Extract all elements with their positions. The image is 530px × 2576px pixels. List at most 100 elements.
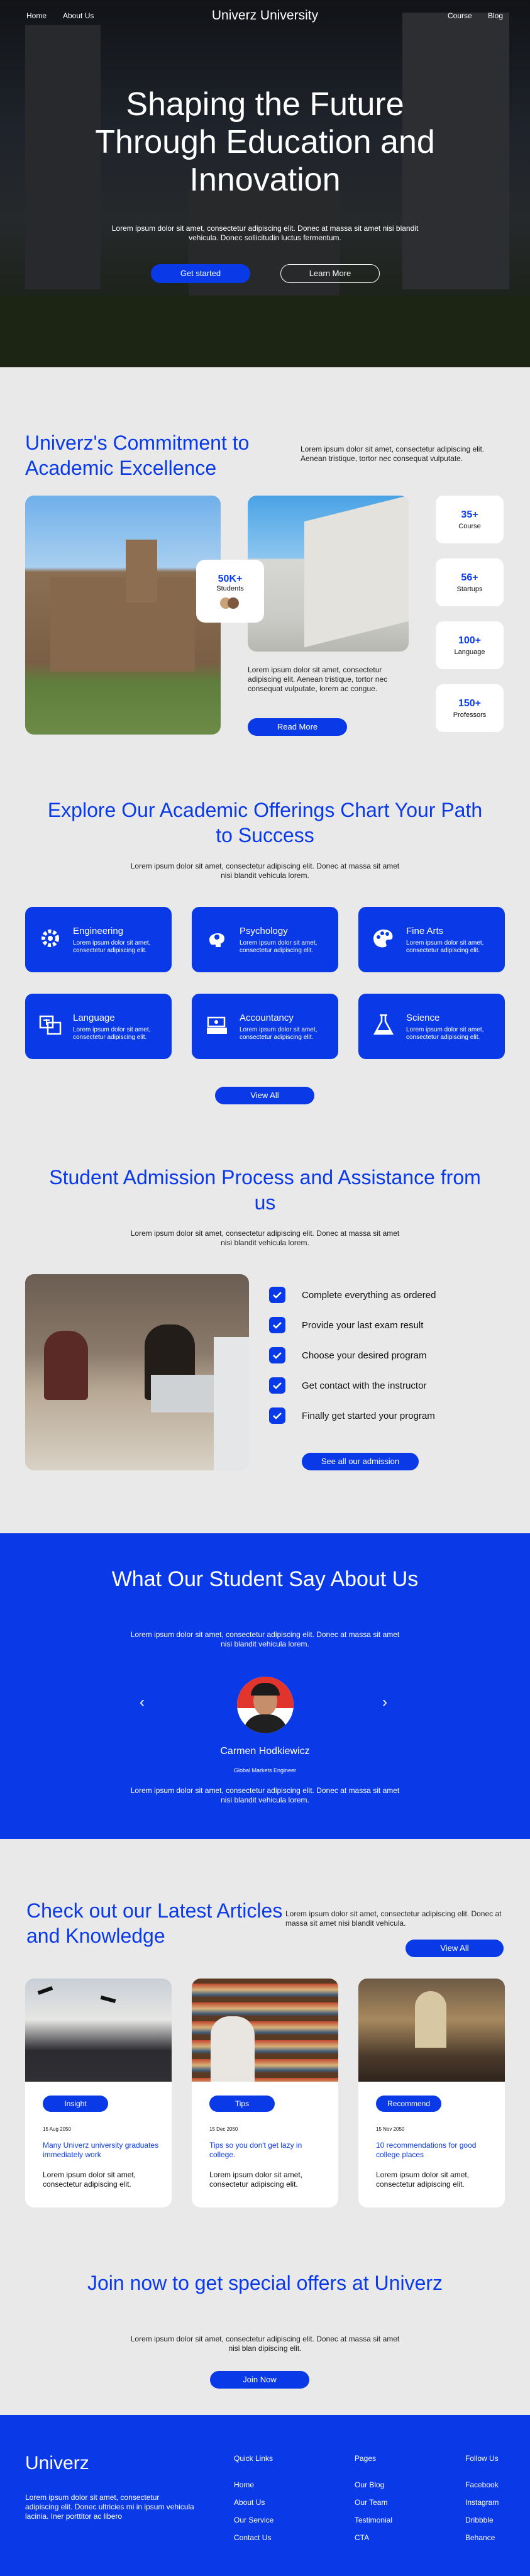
view-all-articles-button[interactable]: View All xyxy=(406,1940,504,1957)
footer-link-behance[interactable]: Behance xyxy=(465,2533,495,2542)
avatar-shirt xyxy=(243,1714,287,1733)
pages-heading: Pages xyxy=(355,2454,377,2463)
cap xyxy=(37,1986,53,1995)
stat-professors: 150+ Professors xyxy=(436,684,504,732)
article-card[interactable]: Tips 15 Dec 2050 Tips so you don't get l… xyxy=(192,1979,338,2207)
article-tag[interactable]: Recommend xyxy=(376,2096,441,2112)
footer-link-contact[interactable]: Contact Us xyxy=(234,2533,271,2542)
footer-link-team[interactable]: Our Team xyxy=(355,2498,387,2507)
card-accountancy[interactable]: Accountancy Lorem ipsum dolor sit amet, … xyxy=(192,994,338,1059)
learn-more-button[interactable]: Learn More xyxy=(280,264,380,283)
hero-section: Home About Us Univerz University Course … xyxy=(0,0,530,367)
testimonial-role: Global Markets Engineer xyxy=(233,1767,297,1774)
card-language[interactable]: Language Lorem ipsum dolor sit amet, con… xyxy=(25,994,172,1059)
stat-number: 100+ xyxy=(458,635,482,646)
top-nav: Home About Us Univerz University Course … xyxy=(0,0,530,33)
admission-title: Student Admission Process and Assistance… xyxy=(49,1166,481,1214)
footer-link-service[interactable]: Our Service xyxy=(234,2516,273,2524)
campus-tower xyxy=(126,540,157,602)
bookshelf-photo xyxy=(192,1979,338,2082)
testimonial-avatar xyxy=(237,1677,294,1733)
nav-course-link[interactable]: Course xyxy=(448,11,472,20)
article-card[interactable]: Insight 15 Aug 2050 Many Univerz univers… xyxy=(25,1979,172,2207)
article-date: 15 Dec 2050 xyxy=(209,2126,238,2132)
testimonial-quote: Lorem ipsum dolor sit amet, consectetur … xyxy=(130,1786,400,1804)
stat-number: 56+ xyxy=(461,572,478,583)
cap xyxy=(100,1995,116,2004)
card-title: Engineering xyxy=(73,926,124,936)
check-icon xyxy=(269,1377,285,1394)
footer-link-dribbble[interactable]: Dribbble xyxy=(465,2516,494,2524)
get-started-button[interactable]: Get started xyxy=(151,264,250,283)
footer-link-testimonial[interactable]: Testimonial xyxy=(355,2516,392,2524)
article-card[interactable]: Recommend 15 Nov 2050 10 recommendations… xyxy=(358,1979,505,2207)
stat-label: Professors xyxy=(453,711,487,719)
stat-label: Course xyxy=(458,523,481,530)
palette-icon xyxy=(373,930,393,948)
building-facade xyxy=(304,496,409,648)
card-engineering[interactable]: Engineering Lorem ipsum dolor sit amet, … xyxy=(25,907,172,972)
article-title[interactable]: Tips so you don't get lazy in college. xyxy=(209,2141,326,2160)
footer-link-cta[interactable]: CTA xyxy=(355,2533,369,2542)
step-label: Provide your last exam result xyxy=(302,1320,424,1331)
card-desc: Lorem ipsum dolor sit amet, consectetur … xyxy=(73,940,151,954)
commitment-body: Lorem ipsum dolor sit amet, consectetur … xyxy=(248,665,388,693)
stat-startups: 56+ Startups xyxy=(436,558,504,606)
check-icon xyxy=(269,1287,285,1303)
brain-icon xyxy=(209,933,224,947)
stat-label: Startups xyxy=(456,586,483,593)
step-label: Finally get started your program xyxy=(302,1411,435,1421)
footer-link-facebook[interactable]: Facebook xyxy=(465,2480,499,2489)
article-tag[interactable]: Tips xyxy=(209,2096,275,2112)
article-title[interactable]: Many Univerz university graduates immedi… xyxy=(43,2141,159,2160)
hero-subtitle: Lorem ipsum dolor sit amet, consectetur … xyxy=(111,224,419,242)
article-desc: Lorem ipsum dolor sit amet, consectetur … xyxy=(376,2170,470,2189)
person xyxy=(44,1331,88,1400)
view-all-offerings-button[interactable]: View All xyxy=(215,1087,314,1104)
avatar xyxy=(228,597,239,609)
stat-language: 100+ Language xyxy=(436,621,504,669)
translate-icon xyxy=(39,1015,62,1035)
testimonial-section: What Our Student Say About Us Lorem ipsu… xyxy=(0,1533,530,1839)
students-count: 50K+ xyxy=(218,574,243,584)
footer-link-instagram[interactable]: Instagram xyxy=(465,2498,499,2507)
commitment-title: Univerz's Commitment to Academic Excelle… xyxy=(25,431,250,479)
chevron-left-icon[interactable]: ‹ xyxy=(140,1694,145,1711)
testimonial-subtitle: Lorem ipsum dolor sit amet, consectetur … xyxy=(130,1630,400,1648)
article-title[interactable]: 10 recommendations for good college plac… xyxy=(376,2141,492,2160)
footer-link-about[interactable]: About Us xyxy=(234,2498,265,2507)
card-title: Fine Arts xyxy=(406,926,444,936)
footer: Univerz Lorem ipsum dolor sit amet, cons… xyxy=(0,2415,530,2576)
footer-brand[interactable]: Univerz xyxy=(25,2453,89,2474)
card-science[interactable]: Science Lorem ipsum dolor sit amet, cons… xyxy=(358,994,505,1059)
join-title: Join now to get special offers at Univer… xyxy=(87,2272,443,2294)
footer-link-blog[interactable]: Our Blog xyxy=(355,2480,384,2489)
testimonial-name: Carmen Hodkiewicz xyxy=(220,1746,310,1757)
students-card: 50K+ Students xyxy=(196,560,264,623)
card-desc: Lorem ipsum dolor sit amet, consectetur … xyxy=(406,940,484,954)
step-label: Get contact with the instructor xyxy=(302,1380,427,1391)
step-label: Choose your desired program xyxy=(302,1350,427,1361)
graduation-photo xyxy=(25,1979,172,2082)
card-psychology[interactable]: Psychology Lorem ipsum dolor sit amet, c… xyxy=(192,907,338,972)
article-tag[interactable]: Insight xyxy=(43,2096,108,2112)
footer-link-home[interactable]: Home xyxy=(234,2480,254,2489)
flask-icon xyxy=(373,1014,394,1035)
card-fine-arts[interactable]: Fine Arts Lorem ipsum dolor sit amet, co… xyxy=(358,907,505,972)
card-desc: Lorem ipsum dolor sit amet, consectetur … xyxy=(240,1026,317,1041)
offerings-subtitle: Lorem ipsum dolor sit amet, consectetur … xyxy=(130,862,400,880)
stat-label: Language xyxy=(454,648,485,656)
nav-blog-link[interactable]: Blog xyxy=(488,11,503,20)
see-admission-button[interactable]: See all our admission xyxy=(302,1453,419,1470)
chevron-right-icon[interactable]: › xyxy=(382,1694,387,1711)
stat-number: 150+ xyxy=(458,698,482,709)
read-more-button[interactable]: Read More xyxy=(248,718,347,736)
commitment-text: Lorem ipsum dolor sit amet, consectetur … xyxy=(301,445,485,463)
stat-course: 35+ Course xyxy=(436,496,504,543)
join-now-button[interactable]: Join Now xyxy=(210,2371,309,2389)
students-label: Students xyxy=(216,585,244,592)
admission-subtitle: Lorem ipsum dolor sit amet, consectetur … xyxy=(130,1229,400,1247)
footer-desc: Lorem ipsum dolor sit amet, consectetur … xyxy=(25,2493,194,2521)
offerings-title: Explore Our Academic Offerings Chart You… xyxy=(47,799,483,847)
check-icon xyxy=(269,1347,285,1363)
